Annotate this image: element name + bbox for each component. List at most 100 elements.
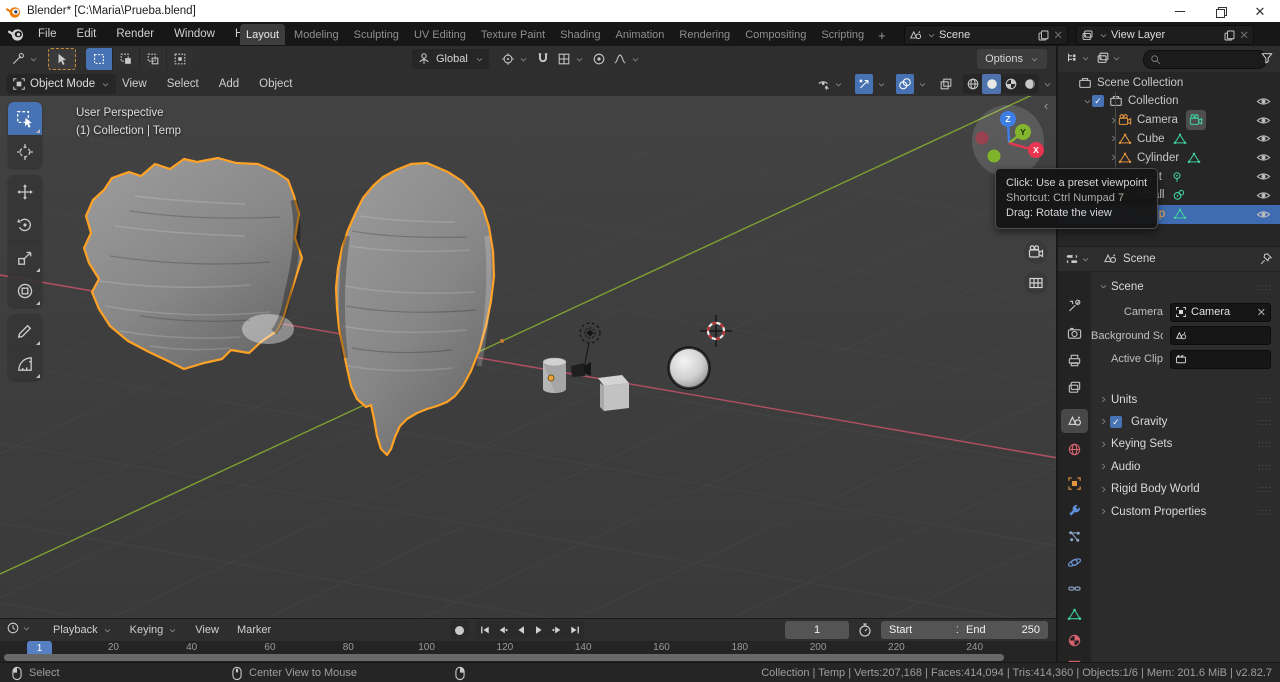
disclosure-triangle[interactable] (1108, 116, 1118, 125)
tab-uv-editing[interactable]: UV Editing (408, 24, 472, 45)
active-tool-dropdown[interactable] (8, 49, 40, 69)
add-workspace-button[interactable]: + (873, 24, 891, 46)
timeline-menu-playback[interactable]: Playback (44, 619, 121, 641)
tab-layout[interactable]: Layout (240, 24, 286, 45)
blender-menu-icon[interactable] (8, 26, 24, 42)
panel-audio[interactable]: Audio:::: (1091, 456, 1280, 477)
light-data-icon[interactable] (1170, 170, 1184, 184)
camera-data-icon[interactable] (1185, 110, 1206, 131)
properties-tab-object[interactable] (1061, 471, 1088, 495)
sidebar-collapse-arrow[interactable]: ‹ (1044, 98, 1048, 113)
timeline-menu-marker[interactable]: Marker (228, 619, 280, 641)
tab-compositing[interactable]: Compositing (739, 24, 812, 45)
metaball-data-icon[interactable] (1172, 188, 1186, 202)
gizmo-neg-y-ball[interactable] (987, 149, 1001, 163)
panel-drag-handle[interactable]: :::: (1258, 395, 1272, 405)
tool-cursor-button[interactable] (8, 135, 42, 168)
pin-icon[interactable] (1259, 252, 1273, 266)
hide-in-viewport-eye-icon[interactable] (1256, 94, 1271, 109)
menu-window[interactable]: Window (164, 22, 225, 46)
frame-start-field[interactable]: Start 1 (881, 621, 970, 639)
close-button[interactable]: ✕ (1240, 0, 1280, 22)
mesh-data-icon[interactable] (1187, 151, 1201, 165)
disclosure-triangle[interactable] (1082, 97, 1092, 106)
display-mode-dropdown[interactable] (1096, 51, 1121, 65)
panel-drag-handle[interactable]: :::: (1258, 507, 1272, 517)
auto-keyframe-record-button[interactable] (450, 621, 469, 639)
property-field-camera[interactable]: Camera ✕ (1170, 302, 1271, 322)
outliner-row-cylinder[interactable]: Cylinder (1058, 148, 1280, 167)
properties-tab-render[interactable] (1061, 321, 1088, 345)
tool-rotate-button[interactable] (8, 208, 42, 241)
select-intersect-icon[interactable] (167, 48, 193, 70)
rock-mesh-right[interactable] (334, 161, 496, 457)
tab-animation[interactable]: Animation (610, 24, 671, 45)
viewport-menu-add[interactable]: Add (209, 72, 249, 96)
editor-divider[interactable] (1056, 46, 1058, 662)
outliner-row-camera[interactable]: Camera (1058, 110, 1280, 131)
view-layer-selector[interactable]: View Layer ✕ (1076, 25, 1254, 45)
tab-modeling[interactable]: Modeling (288, 24, 345, 45)
play-reverse-button[interactable] (512, 621, 530, 639)
properties-tab-modifiers[interactable] (1061, 498, 1088, 522)
viewport-canvas[interactable]: User Perspective (1) Collection | Temp Z… (0, 96, 1058, 618)
snap-toggle[interactable] (533, 49, 553, 69)
editor-type-dropdown[interactable] (1065, 51, 1090, 65)
panel-drag-handle[interactable]: :::: (1258, 484, 1272, 494)
timeline-editor-dropdown[interactable] (6, 621, 31, 635)
mesh-data-icon[interactable] (1173, 132, 1187, 146)
scene-panel-header[interactable]: Scene :::: (1091, 276, 1280, 297)
shading-material-button[interactable] (1001, 74, 1020, 94)
play-button[interactable] (530, 621, 548, 639)
properties-tab-scene[interactable] (1061, 409, 1088, 433)
timeline-menu-view[interactable]: View (186, 619, 228, 641)
proportional-falloff-dropdown[interactable] (611, 49, 641, 69)
camera-view-button[interactable] (1024, 240, 1048, 264)
remove-view-layer-icon[interactable]: ✕ (1239, 28, 1249, 42)
tab-texture-paint[interactable]: Texture Paint (475, 24, 551, 45)
chevron-down-icon[interactable] (918, 80, 927, 89)
mode-dropdown[interactable]: Object Mode (6, 74, 117, 94)
minimize-button[interactable] (1160, 0, 1200, 22)
menu-file[interactable]: File (28, 22, 67, 46)
new-view-layer-icon[interactable] (1223, 29, 1236, 42)
tab-scripting[interactable]: Scripting (815, 24, 870, 45)
filter-button[interactable] (1260, 51, 1274, 65)
rock-mesh-left[interactable] (82, 156, 304, 371)
properties-tab-world[interactable] (1061, 437, 1088, 461)
property-field-background-sce-[interactable] (1170, 326, 1271, 345)
select-set-icon[interactable] (86, 48, 113, 70)
hide-in-viewport-eye-icon[interactable] (1256, 207, 1271, 222)
properties-tab-particles[interactable] (1061, 524, 1088, 548)
stopwatch-icon[interactable] (857, 622, 873, 638)
panel-keying-sets[interactable]: Keying Sets:::: (1091, 434, 1280, 455)
panel-drag-handle[interactable]: :::: (1258, 462, 1272, 472)
current-frame-field[interactable]: 1 (785, 621, 849, 639)
frame-end-field[interactable]: End 250 (958, 621, 1048, 639)
camera-object[interactable] (571, 362, 591, 377)
object-type-visibility-dropdown[interactable] (815, 74, 845, 94)
active-tool-button[interactable] (48, 48, 76, 70)
panel-drag-handle[interactable]: :::: (1258, 439, 1272, 449)
jump-to-end-button[interactable] (566, 621, 584, 639)
tool-move-button[interactable] (8, 175, 42, 208)
properties-tab-output[interactable] (1061, 348, 1088, 372)
shading-solid-button[interactable] (982, 74, 1001, 94)
tool-transform-button[interactable] (8, 274, 42, 307)
timeline-scrollbar[interactable] (4, 654, 1004, 661)
panel-rigid-body-world[interactable]: Rigid Body World:::: (1091, 479, 1280, 500)
restore-button[interactable] (1200, 0, 1240, 22)
hide-in-viewport-eye-icon[interactable] (1256, 169, 1271, 184)
panel-drag-handle[interactable]: :::: (1258, 417, 1272, 427)
menu-render[interactable]: Render (106, 22, 164, 46)
tool-scale-button[interactable] (8, 241, 42, 274)
properties-tab-physics[interactable] (1061, 550, 1088, 574)
outliner-row-scene-collection[interactable]: Scene Collection (1058, 73, 1280, 92)
light-object[interactable] (579, 322, 601, 369)
tab-rendering[interactable]: Rendering (673, 24, 736, 45)
tab-shading[interactable]: Shading (554, 24, 606, 45)
properties-editor-dropdown[interactable] (1065, 252, 1090, 266)
cylinder-object[interactable] (542, 357, 567, 393)
hide-in-viewport-eye-icon[interactable] (1256, 113, 1271, 128)
gravity-checkbox[interactable]: ✓ (1110, 415, 1122, 428)
